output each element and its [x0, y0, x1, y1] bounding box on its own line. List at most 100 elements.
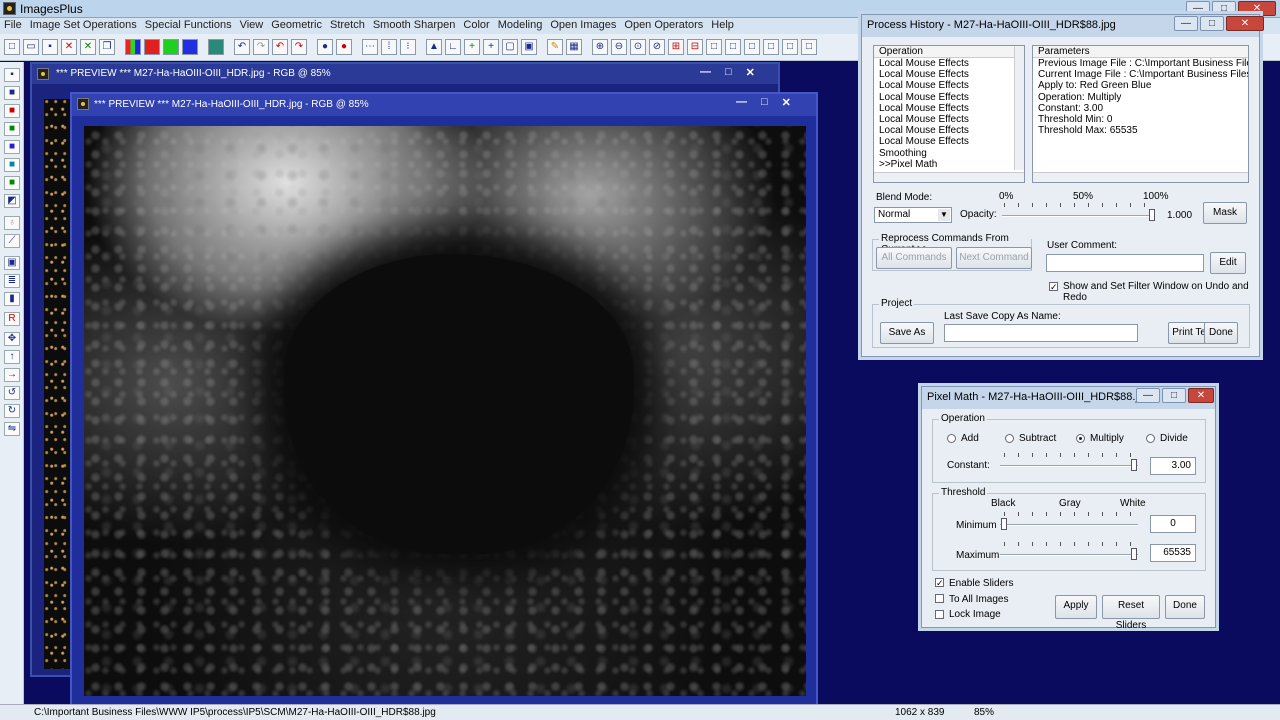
parameters-scrollbar-h[interactable] [1033, 172, 1248, 182]
open-folder-icon[interactable]: ▭ [23, 39, 39, 55]
minimum-slider-track[interactable] [1000, 524, 1138, 526]
mask-button[interactable]: Mask [1203, 202, 1247, 224]
histogram-icon[interactable]: ▲ [426, 39, 442, 55]
eraser-icon[interactable]: ⟋ [4, 234, 20, 248]
undo-icon[interactable]: ↶ [234, 39, 250, 55]
menu-geometric[interactable]: Geometric [267, 18, 326, 34]
record-icon[interactable]: ● [317, 39, 333, 55]
list-item[interactable]: Smoothing [874, 148, 1024, 159]
blue-channel-icon[interactable] [182, 39, 198, 55]
zoom-fit-icon[interactable]: ⊙ [630, 39, 646, 55]
menu-smooth-sharpen[interactable]: Smooth Sharpen [369, 18, 460, 34]
plus-green-icon[interactable]: + [464, 39, 480, 55]
contrast-icon[interactable]: ◩ [4, 194, 20, 208]
arrow-right-icon[interactable]: → [4, 368, 20, 382]
operation-list[interactable]: Operation Local Mouse Effects Local Mous… [873, 45, 1025, 183]
op-divide-radio[interactable] [1146, 434, 1155, 443]
axes-icon[interactable]: ∟ [445, 39, 461, 55]
preview-window-front[interactable]: *** PREVIEW *** M27-Ha-HaOIII-OIII_HDR.j… [70, 92, 818, 706]
close-image-icon[interactable]: ✕ [61, 39, 77, 55]
operation-scrollbar-h[interactable] [874, 172, 1024, 182]
point-icon[interactable]: ⁞ [381, 39, 397, 55]
save-icon[interactable]: ▪ [4, 68, 20, 82]
preview-back-minimize-button[interactable]: — [700, 66, 711, 79]
pm-done-button[interactable]: Done [1165, 595, 1205, 619]
distribute-icon[interactable]: ⁝ [400, 39, 416, 55]
ph-close-button[interactable]: ✕ [1226, 16, 1264, 31]
move-icon[interactable]: ✥ [4, 332, 20, 346]
constant-field[interactable]: 3.00 [1150, 457, 1196, 475]
menu-view[interactable]: View [236, 18, 268, 34]
next-command-button[interactable]: Next Command [956, 247, 1032, 269]
process-history-window[interactable]: Process History - M27-Ha-HaOIII-OIII_HDR… [861, 14, 1264, 357]
frame-select-icon[interactable]: ▣ [4, 256, 20, 270]
pm-maximize-button[interactable]: □ [1162, 388, 1186, 403]
dots-icon[interactable]: ⋯ [362, 39, 378, 55]
ph-done-button[interactable]: Done [1204, 322, 1238, 344]
save-as-button[interactable]: Save As [880, 322, 934, 344]
window-3-icon[interactable]: □ [744, 39, 760, 55]
zoom-in-icon[interactable]: ⊕ [592, 39, 608, 55]
window-5-icon[interactable]: □ [782, 39, 798, 55]
menu-image-set-operations[interactable]: Image Set Operations [26, 18, 141, 34]
show-filter-checkbox[interactable]: ✓ [1049, 282, 1058, 292]
table-icon[interactable]: ▦ [566, 39, 582, 55]
menu-file[interactable]: File [0, 18, 26, 34]
parameters-list[interactable]: Parameters Previous Image File : C:\Impo… [1032, 45, 1249, 183]
image-icon[interactable]: ▣ [521, 39, 537, 55]
list-item[interactable]: Local Mouse Effects [874, 136, 1024, 147]
preview-back-maximize-button[interactable]: □ [725, 66, 732, 79]
crosshair-icon[interactable]: + [483, 39, 499, 55]
menu-open-operators[interactable]: Open Operators [620, 18, 707, 34]
green-tool-icon[interactable]: ■ [4, 122, 20, 136]
ph-maximize-button[interactable]: □ [1200, 16, 1224, 31]
brush-icon[interactable]: ♁ [4, 216, 20, 230]
maximum-slider-thumb[interactable] [1131, 548, 1137, 560]
blend-mode-dropdown[interactable]: Normal ▼ [874, 207, 952, 223]
preview-front-close-button[interactable]: ✕ [782, 96, 791, 109]
menu-color[interactable]: Color [459, 18, 493, 34]
lock-image-checkbox[interactable] [935, 610, 944, 619]
undo-red-icon[interactable]: ↶ [272, 39, 288, 55]
minimum-field[interactable]: 0 [1150, 515, 1196, 533]
rgb-channel-icon[interactable] [125, 39, 141, 55]
list-item[interactable]: Local Mouse Effects [874, 92, 1024, 103]
list-icon[interactable]: ≣ [4, 274, 20, 288]
green2-tool-icon[interactable]: ■ [4, 176, 20, 190]
zoom-actual-icon[interactable]: ⊘ [649, 39, 665, 55]
minus-red-icon[interactable]: ⊟ [687, 39, 703, 55]
arrow-up-icon[interactable]: ↑ [4, 350, 20, 364]
record-red-icon[interactable]: ● [336, 39, 352, 55]
zoom-out-icon[interactable]: ⊖ [611, 39, 627, 55]
operation-scrollbar-v[interactable] [1014, 46, 1024, 170]
cyan-tool-icon[interactable]: ■ [4, 158, 20, 172]
redo-red-icon[interactable]: ↷ [291, 39, 307, 55]
preview-back-close-button[interactable]: ✕ [746, 66, 755, 79]
close-all-icon[interactable]: ✕ [80, 39, 96, 55]
window-1-icon[interactable]: □ [706, 39, 722, 55]
to-all-images-checkbox[interactable] [935, 594, 944, 603]
green-channel-icon[interactable] [163, 39, 179, 55]
apply-button[interactable]: Apply [1055, 595, 1097, 619]
pm-minimize-button[interactable]: — [1136, 388, 1160, 403]
grid-icon[interactable] [208, 39, 224, 55]
constant-slider-thumb[interactable] [1131, 459, 1137, 471]
add-red-icon[interactable]: ⊞ [668, 39, 684, 55]
last-save-field[interactable] [944, 324, 1138, 342]
enable-sliders-checkbox[interactable]: ✓ [935, 578, 944, 588]
menu-modeling[interactable]: Modeling [494, 18, 547, 34]
list-item[interactable]: Local Mouse Effects [874, 114, 1024, 125]
blue-tool-icon[interactable]: ■ [4, 140, 20, 154]
all-commands-button[interactable]: All Commands [876, 247, 952, 269]
select-icon[interactable]: R [4, 312, 20, 326]
rotate-right-icon[interactable]: ↻ [4, 404, 20, 418]
save-icon[interactable]: ▪ [42, 39, 58, 55]
frame-icon[interactable]: ▢ [502, 39, 518, 55]
window-2-icon[interactable]: □ [725, 39, 741, 55]
list-item[interactable]: Local Mouse Effects [874, 69, 1024, 80]
edit-button[interactable]: Edit [1210, 252, 1246, 274]
copy-icon[interactable]: ❐ [99, 39, 115, 55]
menu-stretch[interactable]: Stretch [326, 18, 369, 34]
menu-open-images[interactable]: Open Images [546, 18, 620, 34]
pencil-icon[interactable]: ✎ [547, 39, 563, 55]
